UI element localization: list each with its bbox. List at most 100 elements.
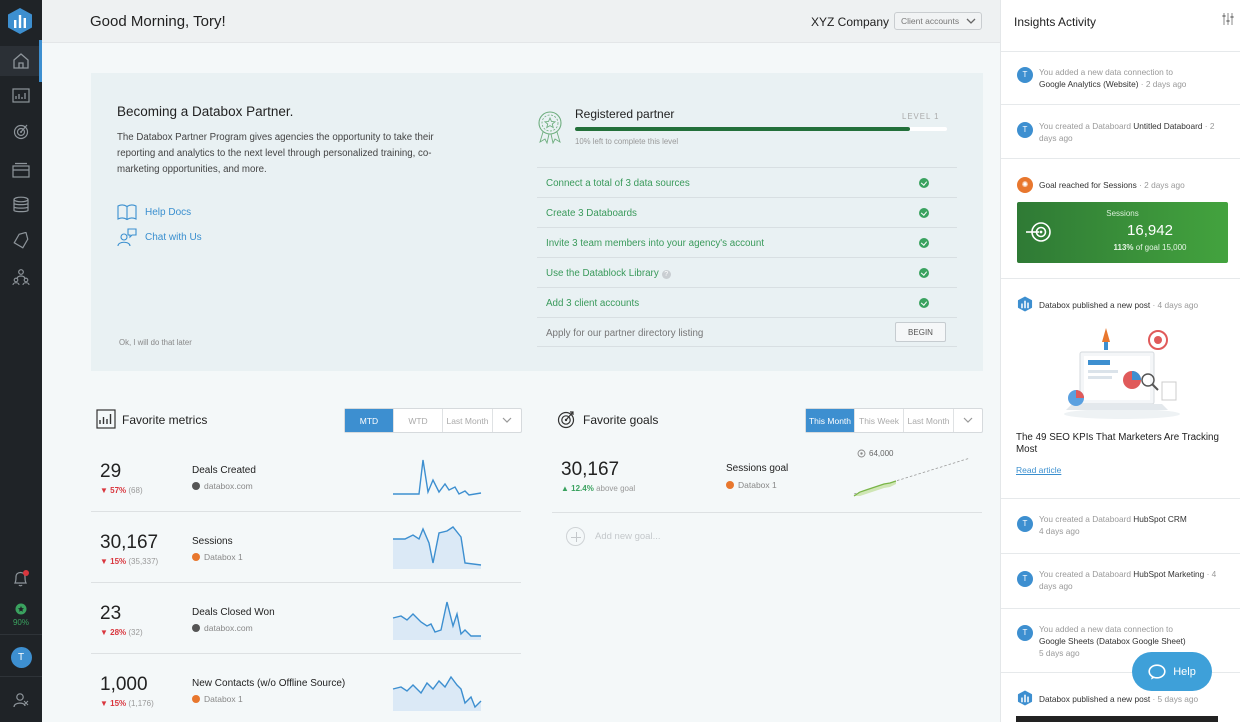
hubspot-source-icon [192, 553, 200, 561]
begin-button[interactable]: BEGIN [895, 322, 946, 342]
task-item[interactable]: Invite 3 team members into your agency's… [537, 227, 957, 257]
add-goal-label: Add new goal... [595, 531, 661, 542]
goals-icon [557, 411, 575, 429]
data-sources-icon [13, 196, 29, 213]
metric-value: 1,000 [100, 674, 148, 695]
blog-post-illustration[interactable] [1058, 322, 1186, 422]
blog-post-thumbnail[interactable] [1016, 716, 1218, 722]
goal-value: 30,167 [561, 459, 620, 480]
tab-last-month[interactable]: Last Month [443, 409, 493, 432]
read-article-link[interactable]: Read article [1016, 465, 1061, 475]
avatar: T [1017, 571, 1033, 587]
hubspot-source-icon [192, 695, 200, 703]
task-item[interactable]: Add 3 client accounts [537, 287, 957, 317]
check-icon [919, 178, 929, 188]
bell-icon [14, 570, 29, 587]
metric-row[interactable]: 23 ▼ 28% (32) Deals Closed Won databox.c… [91, 584, 521, 654]
metric-row[interactable]: 1,000 ▼ 15% (1,176) New Contacts (w/o Of… [91, 655, 521, 722]
feed-time: 4 days ago [1039, 526, 1080, 536]
feed-item[interactable]: T You created a Databoard Untitled Datab… [1001, 104, 1240, 158]
feed-text: You added a new data connection to Google… [1039, 67, 1187, 89]
company-name: XYZ Company [811, 15, 890, 29]
goal-row[interactable]: 30,167 ▲ 12.4% above goal Sessions goal … [552, 444, 982, 513]
metrics-period-tabs: MTD WTD Last Month [344, 408, 522, 433]
task-item[interactable]: Use the Datablock Library? [537, 257, 957, 287]
sidebar: 90% T [0, 0, 42, 722]
metric-previous: (32) [128, 628, 143, 637]
nav-data-sources[interactable] [0, 190, 42, 220]
home-icon [13, 53, 29, 69]
user-menu[interactable]: T [0, 642, 42, 672]
blog-post-title[interactable]: The 49 SEO KPIs That Marketers Are Track… [1016, 432, 1226, 456]
metric-change-pct: ▼ 28% [100, 628, 127, 637]
task-label: Invite 3 team members into your agency's… [546, 238, 765, 249]
main-content: Good Morning, Tory! XYZ Company Client a… [42, 0, 1000, 722]
partner-description: The Databox Partner Program gives agenci… [117, 132, 434, 175]
partner-progress[interactable]: 90% [0, 600, 42, 630]
metric-value: 23 [100, 603, 122, 624]
sessions-card-label: Sessions [1106, 209, 1139, 218]
award-icon [15, 603, 27, 615]
sessions-goal-card[interactable]: Sessions 16,942 113% of goal 15,000 [1017, 202, 1228, 263]
nav-databoards[interactable] [0, 81, 42, 111]
databox-icon [1017, 690, 1033, 706]
help-button[interactable]: Help [1132, 652, 1212, 691]
feed-action: You added a new data connection to [1039, 624, 1173, 634]
databox-source-icon [192, 482, 200, 490]
nav-account[interactable] [0, 685, 42, 715]
hubspot-source-icon [726, 481, 734, 489]
hubspot-icon: ✺ [1017, 177, 1033, 193]
registered-partner-title: Registered partner [575, 107, 675, 121]
partner-progress-fill [575, 127, 910, 131]
chat-with-us-link[interactable]: Chat with Us [117, 227, 202, 247]
chevron-down-icon [966, 18, 976, 24]
feed-action: Databox published a new post [1039, 694, 1151, 704]
task-label: Add 3 client accounts [546, 298, 640, 309]
task-item: Apply for our partner directory listing B… [537, 317, 957, 347]
client-accounts-label: Client accounts [901, 16, 960, 26]
do-later-link[interactable]: Ok, I will do that later [119, 338, 192, 347]
metric-name: Sessions [192, 536, 233, 547]
tab-this-month[interactable]: This Month [806, 409, 855, 432]
help-docs-link[interactable]: Help Docs [117, 203, 191, 221]
question-icon[interactable]: ? [661, 270, 671, 279]
task-item[interactable]: Create 3 Databoards [537, 197, 957, 227]
nav-team[interactable] [0, 262, 42, 292]
goals-period-dropdown[interactable] [954, 409, 982, 432]
feed-item[interactable]: T You created a Databoard HubSpot Market… [1001, 553, 1240, 608]
metric-source: databox.com [192, 623, 253, 633]
metric-value: 29 [100, 461, 122, 482]
metric-source-label: Databox 1 [204, 552, 243, 562]
nav-notifications[interactable] [0, 564, 42, 594]
nav-alerts[interactable] [0, 226, 42, 256]
insights-title: Insights Activity [1014, 15, 1097, 29]
add-goal-button[interactable]: Add new goal... [566, 527, 661, 546]
feed-time: 4 days ago [1157, 300, 1199, 310]
nav-goals[interactable] [0, 116, 42, 146]
feed-time: 2 days ago [1145, 79, 1187, 89]
nav-home[interactable] [0, 40, 42, 82]
sliders-icon[interactable] [1222, 12, 1234, 26]
client-accounts-select[interactable]: Client accounts [894, 12, 982, 30]
task-item[interactable]: Connect a total of 3 data sources [537, 167, 957, 197]
tab-last-month[interactable]: Last Month [904, 409, 954, 432]
avatar: T [1017, 625, 1033, 641]
tab-this-week[interactable]: This Week [855, 409, 904, 432]
nav-datablocks[interactable] [0, 155, 42, 185]
metric-row[interactable]: 30,167 ▼ 15% (35,337) Sessions Databox 1 [91, 513, 521, 583]
metric-change: ▼ 28% (32) [100, 628, 143, 637]
feed-item[interactable]: T You added a new data connection to Goog… [1001, 51, 1240, 103]
metrics-period-dropdown[interactable] [493, 409, 521, 432]
sparkline [392, 601, 481, 640]
tab-wtd[interactable]: WTD [394, 409, 443, 432]
plus-icon [566, 527, 585, 546]
feed-item[interactable]: T You created a Databoard HubSpot CRM 4 d… [1001, 498, 1240, 553]
feed-action: You added a new data connection to [1039, 67, 1173, 77]
metric-source-label: databox.com [204, 623, 253, 633]
chat-person-icon [117, 228, 137, 247]
tab-mtd[interactable]: MTD [345, 409, 394, 432]
chevron-down-icon [502, 417, 512, 423]
databox-logo[interactable] [7, 7, 33, 35]
metric-row[interactable]: 29 ▼ 57% (68) Deals Created databox.com [91, 442, 521, 512]
metric-source: Databox 1 [192, 694, 243, 704]
